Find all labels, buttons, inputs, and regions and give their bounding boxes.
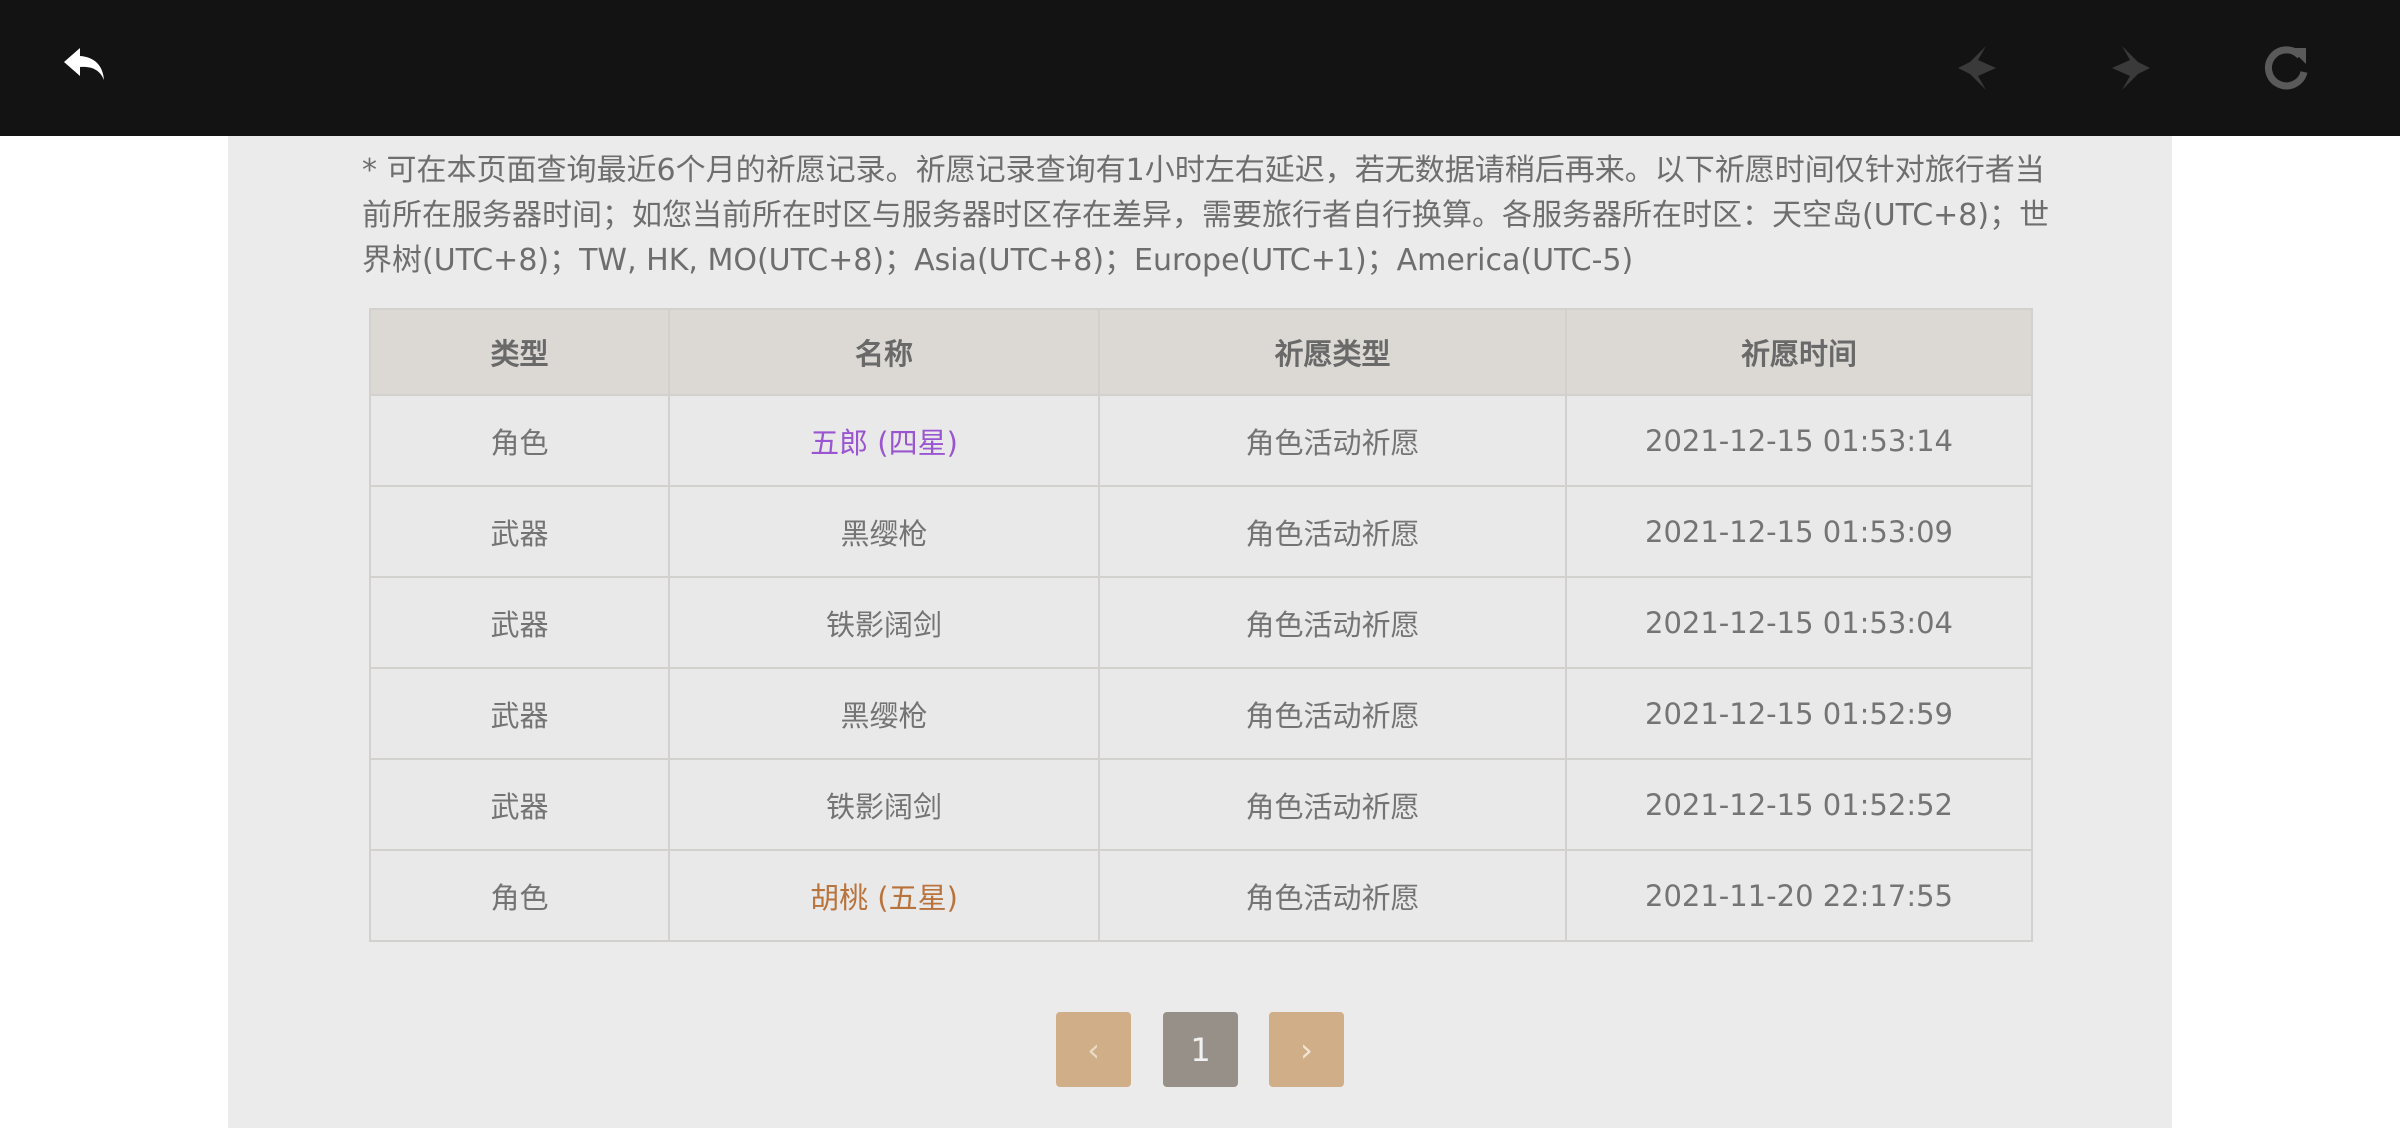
table-row: 角色 五郎 (四星) 角色活动祈愿 2021-12-15 01:53:14 <box>369 394 2033 487</box>
header-wish-type: 祈愿类型 <box>1098 308 1567 396</box>
pagination: ‹ 1 › <box>228 1012 2172 1088</box>
cell-wish-time: 2021-12-15 01:53:04 <box>1565 576 2033 669</box>
cell-item-name: 铁影阔剑 <box>668 758 1100 851</box>
diamond-right-arrow-icon <box>2112 46 2150 90</box>
wish-table-container: 类型 名称 祈愿类型 祈愿时间 角色 五郎 (四星) 角色活动祈愿 2021-1… <box>369 308 2033 942</box>
prev-page-button[interactable]: ‹ <box>1056 1012 1131 1087</box>
nav-forward-button[interactable] <box>2090 28 2170 108</box>
cell-wish-type: 角色活动祈愿 <box>1098 758 1567 851</box>
cell-wish-time: 2021-12-15 01:52:59 <box>1565 667 2033 760</box>
table-row: 武器 铁影阔剑 角色活动祈愿 2021-12-15 01:53:04 <box>369 576 2033 669</box>
cell-type: 武器 <box>369 576 670 669</box>
table-row: 武器 黑缨枪 角色活动祈愿 2021-12-15 01:52:59 <box>369 667 2033 760</box>
cell-item-name: 黑缨枪 <box>668 667 1100 760</box>
table-header-row: 类型 名称 祈愿类型 祈愿时间 <box>369 308 2033 396</box>
chevron-left-icon: ‹ <box>1087 1030 1100 1069</box>
cell-wish-type: 角色活动祈愿 <box>1098 394 1567 487</box>
cell-type: 角色 <box>369 394 670 487</box>
table-row: 武器 黑缨枪 角色活动祈愿 2021-12-15 01:53:09 <box>369 485 2033 578</box>
cell-wish-type: 角色活动祈愿 <box>1098 667 1567 760</box>
table-row: 武器 铁影阔剑 角色活动祈愿 2021-12-15 01:52:52 <box>369 758 2033 851</box>
wish-history-table: 类型 名称 祈愿类型 祈愿时间 角色 五郎 (四星) 角色活动祈愿 2021-1… <box>369 308 2033 942</box>
chevron-right-icon: › <box>1300 1030 1313 1069</box>
top-toolbar <box>0 0 2400 136</box>
cell-wish-type: 角色活动祈愿 <box>1098 485 1567 578</box>
table-row: 角色 胡桃 (五星) 角色活动祈愿 2021-11-20 22:17:55 <box>369 849 2033 942</box>
header-wish-time: 祈愿时间 <box>1565 308 2033 396</box>
cell-type: 角色 <box>369 849 670 942</box>
cell-item-name: 五郎 (四星) <box>668 394 1100 487</box>
cell-wish-time: 2021-12-15 01:52:52 <box>1565 758 2033 851</box>
cell-item-name: 胡桃 (五星) <box>668 849 1100 942</box>
header-name: 名称 <box>668 308 1100 396</box>
page-number: 1 <box>1190 1030 1211 1069</box>
cell-wish-type: 角色活动祈愿 <box>1098 576 1567 669</box>
header-type: 类型 <box>369 308 670 396</box>
cell-item-name: 铁影阔剑 <box>668 576 1100 669</box>
nav-back-button[interactable] <box>1938 28 2018 108</box>
wish-history-panel: * 可在本页面查询最近6个月的祈愿记录。祈愿记录查询有1小时左右延迟，若无数据请… <box>228 136 2172 1128</box>
cell-wish-type: 角色活动祈愿 <box>1098 849 1567 942</box>
notice-text: * 可在本页面查询最近6个月的祈愿记录。祈愿记录查询有1小时左右延迟，若无数据请… <box>362 153 2050 278</box>
back-button[interactable] <box>46 28 126 108</box>
refresh-button[interactable] <box>2246 28 2326 108</box>
cell-type: 武器 <box>369 667 670 760</box>
cell-wish-time: 2021-11-20 22:17:55 <box>1565 849 2033 942</box>
diamond-left-arrow-icon <box>1958 46 1996 90</box>
cell-type: 武器 <box>369 485 670 578</box>
back-arrow-icon <box>64 48 104 80</box>
cell-wish-time: 2021-12-15 01:53:14 <box>1565 394 2033 487</box>
refresh-icon <box>2265 46 2308 90</box>
cell-wish-time: 2021-12-15 01:53:09 <box>1565 485 2033 578</box>
current-page-indicator[interactable]: 1 <box>1163 1012 1238 1087</box>
next-page-button[interactable]: › <box>1269 1012 1344 1087</box>
cell-type: 武器 <box>369 758 670 851</box>
cell-item-name: 黑缨枪 <box>668 485 1100 578</box>
